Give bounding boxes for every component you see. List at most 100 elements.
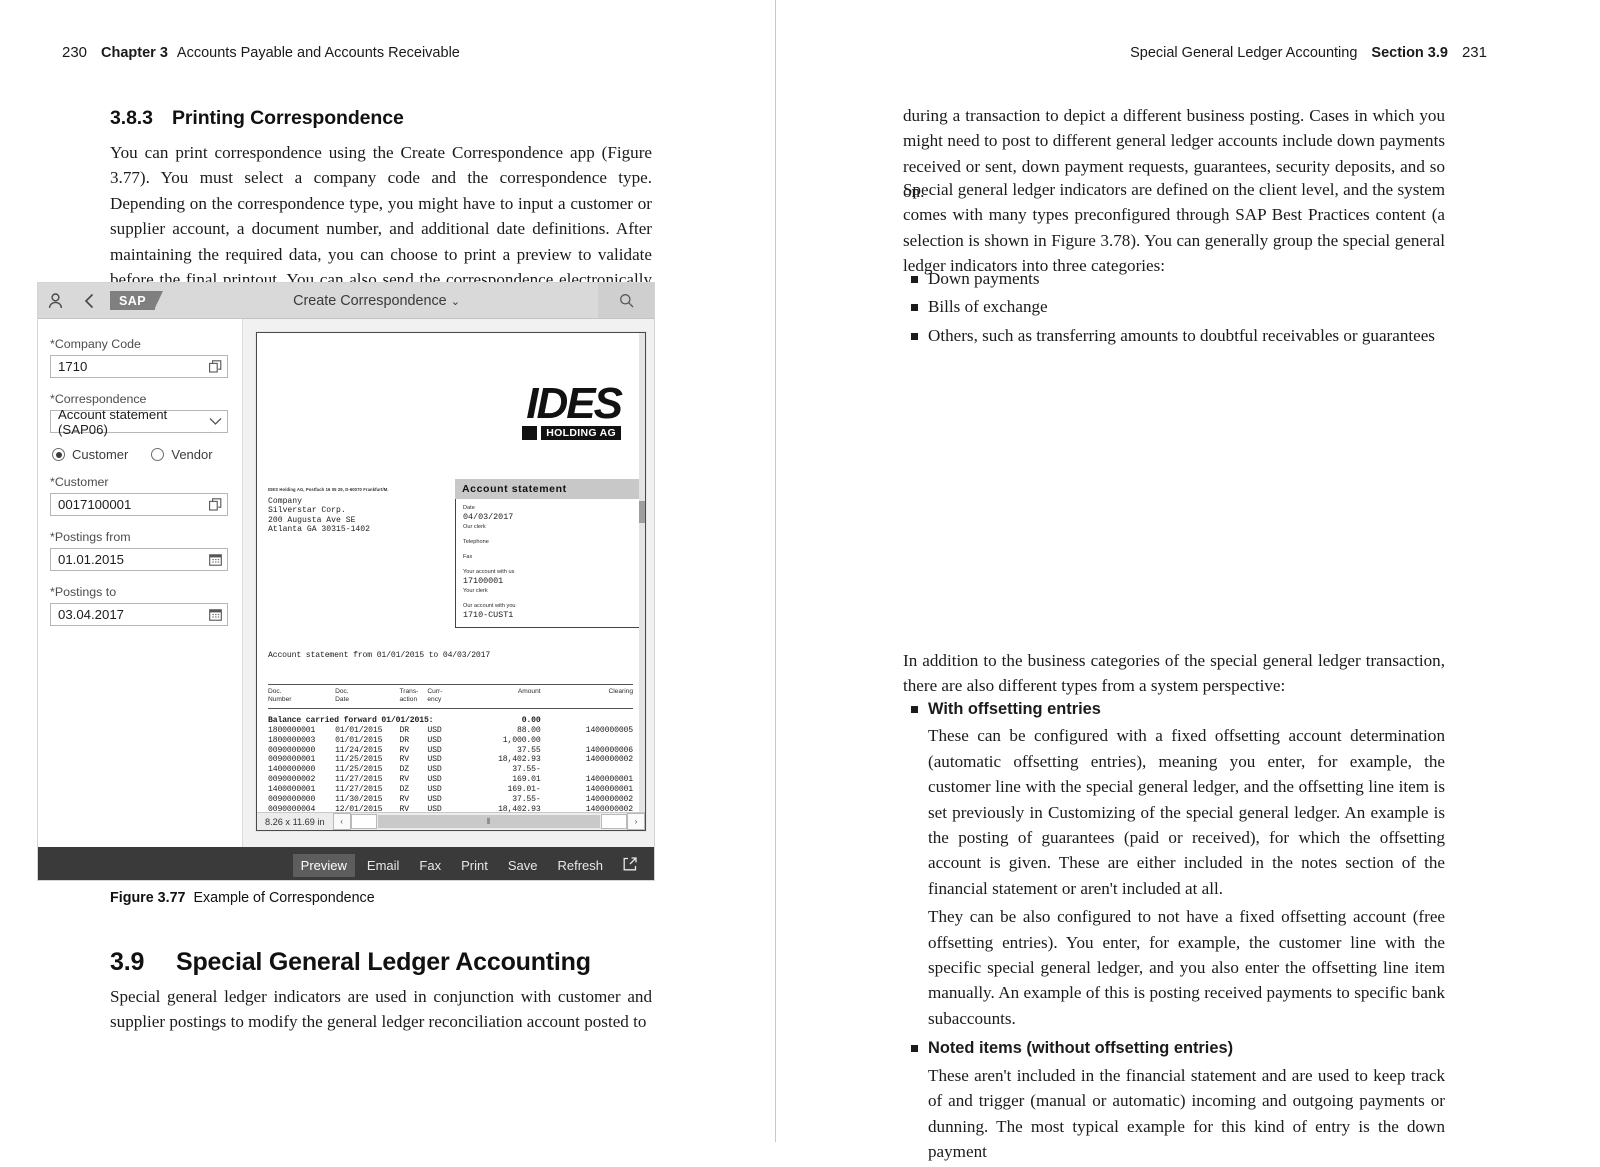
right-running-section: Section 3.9: [1371, 45, 1448, 61]
cell-clearing: 1400000006: [585, 745, 633, 755]
scroll-left-button[interactable]: ‹: [332, 813, 351, 830]
preview-vertical-scrollbar[interactable]: [639, 333, 645, 830]
postings-to-label: *Postings to: [50, 585, 117, 599]
share-icon[interactable]: [615, 853, 640, 878]
correspondence-action-bar: Preview Email Fax Print Save Refresh: [38, 847, 654, 880]
value-help-icon[interactable]: [209, 498, 222, 511]
sap-logo-text: SAP: [119, 293, 146, 308]
fax-button[interactable]: Fax: [411, 854, 449, 877]
cell-doc-number: 0090000002: [268, 775, 316, 785]
sender-line: IDES Holding AG, Postfach 16 05 29, D-60…: [268, 487, 389, 492]
col-transaction-1: Trans-: [399, 688, 419, 695]
ides-logo-square: [522, 426, 538, 440]
calendar-icon[interactable]: [209, 608, 222, 621]
cell-doc-date: 01/01/2015: [335, 735, 383, 745]
left-running-chapter: Chapter 3: [101, 45, 168, 61]
subsection-title: Printing Correspondence: [172, 107, 404, 129]
date-label: Date: [463, 505, 475, 511]
section-paragraph-block: Special general ledger indicators are us…: [110, 984, 652, 1044]
search-icon[interactable]: [598, 283, 654, 318]
section-heading: 3.9 Special General Ledger Accounting: [110, 948, 591, 977]
table-row: 1400000001 11/27/2015 DZ USD 169.01- 14000000…: [268, 785, 633, 795]
table-header-row-2: Number Date action ency: [268, 696, 633, 704]
company-code-input[interactable]: 1710: [50, 355, 228, 378]
account-with-you-value: 1710-CUST1: [463, 610, 514, 620]
col-currency-2: ency: [427, 696, 442, 704]
account-with-us-label: Your account with us: [463, 569, 515, 575]
correspondence-form: *Company Code 1710 *Correspondence Accou…: [38, 319, 243, 847]
correspondence-value: Account statement (SAP06): [58, 406, 168, 437]
postings-to-value: 03.04.2017: [58, 607, 125, 622]
party-type-radio-group: Customer Vendor: [52, 447, 228, 462]
save-button[interactable]: Save: [500, 854, 546, 877]
cell-amount: 1,000.00: [502, 735, 541, 745]
cell-doc-date: 11/24/2015: [335, 745, 383, 755]
left-running-head: 230 Chapter 3 Accounts Payable and Account…: [62, 44, 460, 61]
col-doc-date-1: Doc.: [335, 688, 349, 695]
fax-label: Fax: [463, 554, 473, 560]
postings-to-input[interactable]: 03.04.2017: [50, 603, 228, 626]
balance-carried-forward-amount: 0.00: [521, 715, 541, 725]
cell-doc-date: 01/01/2015: [335, 725, 383, 735]
cell-currency: USD: [427, 755, 442, 765]
figure-377-caption: Figure 3.77 Example of Correspondence: [110, 890, 375, 906]
cell-transaction: DR: [399, 735, 410, 745]
calendar-icon[interactable]: [209, 553, 222, 566]
back-chevron-icon[interactable]: [72, 293, 106, 309]
right-paragraph-3: In addition to the business categories o…: [903, 651, 1445, 696]
balance-carried-forward-row: Balance carried forward 01/01/2015: 0.00: [268, 716, 633, 726]
scroll-right-button[interactable]: ›: [627, 813, 645, 830]
bullet-lead-with-offsetting: With offsetting entries: [928, 700, 1101, 718]
customer-input[interactable]: 0017100001: [50, 493, 228, 516]
cell-clearing: 1400000001: [585, 775, 633, 785]
vendor-radio[interactable]: [151, 448, 165, 461]
postings-from-input[interactable]: 01.01.2015: [50, 548, 228, 571]
bullet-body-with-offsetting-1: These can be configured with a fixed off…: [928, 726, 1445, 898]
right-paragraph-2: Special general ledger indicators are de…: [903, 180, 1445, 276]
company-code-label: *Company Code: [50, 337, 141, 351]
cell-clearing: [541, 736, 633, 746]
section-paragraph: Special general ledger indicators are us…: [110, 987, 652, 1032]
balance-carried-forward-label: Balance carried forward 01/01/2015:: [268, 715, 434, 725]
customer-label: *Customer: [50, 475, 109, 489]
cell-currency: USD: [427, 785, 442, 795]
horizontal-scroll-track[interactable]: ⦀: [377, 815, 600, 828]
customer-value: 0017100001: [58, 497, 132, 512]
cell-currency: USD: [427, 775, 442, 785]
account-with-you-label: Our account with you: [463, 603, 516, 609]
date-value: 04/03/2017: [463, 512, 514, 522]
cell-amount: 37.55-: [512, 795, 541, 805]
categories-bullet-list: Down payments Bills of exchange Others, …: [903, 266, 1445, 351]
person-icon[interactable]: [38, 292, 72, 309]
right-running-head: Special General Ledger Accounting Section…: [1130, 44, 1487, 61]
customer-radio[interactable]: [52, 448, 65, 461]
col-doc-number-1: Doc.: [268, 688, 282, 695]
preview-button[interactable]: Preview: [292, 853, 355, 877]
document-preview-pane: IDES HOLDING AG IDES Holding AG, Postfac…: [243, 319, 654, 847]
preview-scroll-thumb[interactable]: [639, 501, 645, 523]
cell-clearing: 1400000001: [585, 785, 633, 795]
company-code-value: 1710: [58, 359, 88, 374]
cell-transaction: RV: [399, 745, 410, 755]
chevron-down-icon[interactable]: [209, 417, 222, 426]
our-clerk-label: Our clerk: [463, 524, 486, 530]
cell-transaction: DZ: [399, 785, 410, 795]
left-page: 230 Chapter 3 Accounts Payable and Account…: [0, 0, 775, 1142]
correspondence-select[interactable]: Account statement (SAP06): [50, 407, 228, 437]
print-button[interactable]: Print: [453, 854, 496, 877]
bullet-bills-of-exchange: Bills of exchange: [928, 297, 1048, 317]
recipient-line-0: Company: [268, 496, 302, 506]
email-button[interactable]: Email: [359, 854, 408, 877]
ides-logo-sub: HOLDING AG: [522, 426, 621, 440]
vendor-radio-label: Vendor: [171, 447, 213, 462]
postings-from-value: 01.01.2015: [58, 552, 125, 567]
system-types-bullet-list: With offsetting entries These can be con…: [903, 696, 1445, 1167]
cell-currency: USD: [427, 725, 442, 735]
chevron-down-icon[interactable]: ⌄: [451, 296, 460, 308]
refresh-button[interactable]: Refresh: [549, 854, 611, 877]
cell-doc-date: 11/27/2015: [335, 785, 383, 795]
table-row: 0090000000 11/30/2015 RV USD 37.55- 140000000…: [268, 795, 633, 805]
cell-currency: USD: [427, 795, 442, 805]
value-help-icon[interactable]: [209, 360, 222, 373]
bullet-body-with-offsetting-2: They can be also configured to not have …: [928, 907, 1445, 1028]
